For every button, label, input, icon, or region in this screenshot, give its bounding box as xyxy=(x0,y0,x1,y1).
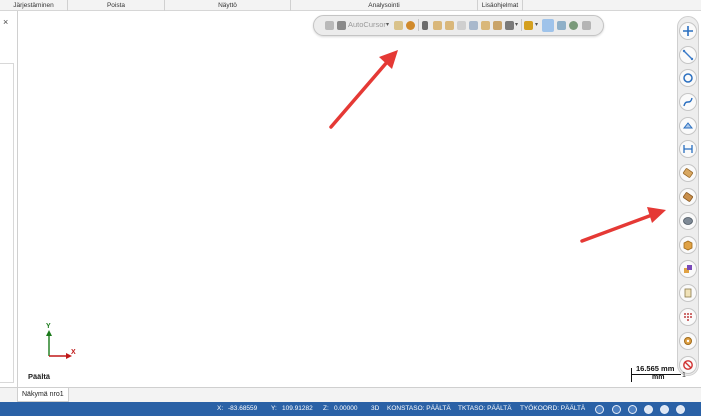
ribbon-tab-lisaohjelmat[interactable]: Lisäohjelmat xyxy=(478,0,523,11)
select-icon-2[interactable] xyxy=(445,21,454,30)
status-z-label: Z: xyxy=(323,405,329,412)
select-filter-icon[interactable] xyxy=(505,21,514,30)
scale-value: 16.565 mm xyxy=(636,364,675,373)
highlight-icon[interactable] xyxy=(542,19,554,32)
cube-icon[interactable] xyxy=(679,236,697,254)
gear-icon[interactable] xyxy=(406,21,415,30)
select-icon-3[interactable] xyxy=(457,21,466,30)
status-mode[interactable]: 3D xyxy=(371,405,379,413)
status-x-label: X: xyxy=(217,405,224,412)
window-dropdown-icon[interactable]: ▾ xyxy=(535,21,538,28)
axis-y-label: Y xyxy=(46,323,51,330)
ribbon-tab-poista[interactable]: Poista xyxy=(68,0,165,11)
point-icon[interactable] xyxy=(679,22,697,40)
status-y-label: Y: xyxy=(271,405,277,412)
status-tktaso[interactable]: TKTASO: PÄÄLTÄ xyxy=(458,405,512,413)
gear-icon[interactable] xyxy=(679,332,697,350)
tool-icon[interactable] xyxy=(582,21,591,30)
rotate-icon[interactable] xyxy=(557,21,566,30)
select-icon-5[interactable] xyxy=(481,21,490,30)
ribbon-tab-strip: Järjestäminen Poista Näyttö Analysointi … xyxy=(0,0,701,11)
graphics-viewport[interactable] xyxy=(18,11,681,387)
lock-icon[interactable] xyxy=(325,21,334,30)
refresh-icon[interactable] xyxy=(569,21,578,30)
view-name-label: Päältä xyxy=(28,372,51,381)
line-icon[interactable] xyxy=(679,46,697,64)
gear-icon[interactable] xyxy=(628,405,637,414)
status-x-value: -83.68559 xyxy=(228,405,258,412)
toolbar-separator xyxy=(418,19,419,31)
axis-x-label: X xyxy=(71,349,76,356)
circle-icon[interactable] xyxy=(679,69,697,87)
layers-icon[interactable] xyxy=(679,260,697,278)
scale-bar-tick xyxy=(631,368,632,382)
spline-icon[interactable] xyxy=(679,93,697,111)
autocursor-icon[interactable] xyxy=(337,21,346,30)
autocursor-label[interactable]: AutoCursor xyxy=(348,20,386,30)
select-icon[interactable] xyxy=(433,21,442,30)
mesh-icon[interactable] xyxy=(679,212,697,230)
ribbon-tab-analysointi[interactable]: Analysointi xyxy=(291,0,478,11)
view-tab-nakyma-1[interactable]: Näkymä nro1 xyxy=(17,388,69,402)
sphere-icon-2[interactable] xyxy=(660,405,669,414)
select-icon-4[interactable] xyxy=(469,21,478,30)
shape-icon[interactable] xyxy=(679,117,697,135)
transfer-icon-2[interactable] xyxy=(679,188,697,206)
cursor-icon[interactable] xyxy=(422,21,428,30)
window-select-icon[interactable] xyxy=(524,21,533,30)
view-tab-strip: Näkymä nro1 xyxy=(0,387,701,402)
toolbar-separator xyxy=(521,19,522,31)
status-z-value: 0.00000 xyxy=(334,405,358,412)
left-side-panel: × xyxy=(0,11,18,387)
left-panel-content xyxy=(0,63,14,383)
status-bar: X: -83.68559 Y: 109.91282 Z: 0.00000 3D … xyxy=(0,402,701,416)
ribbon-tab-naytto[interactable]: Näyttö xyxy=(165,0,291,11)
snap-icon[interactable] xyxy=(394,21,403,30)
sphere-icon-3[interactable] xyxy=(676,405,685,414)
transfer-icon[interactable] xyxy=(679,164,697,182)
status-tyokoord[interactable]: TYÖKOORD: PÄÄLTÄ xyxy=(520,405,585,413)
dimension-icon[interactable] xyxy=(679,140,697,158)
clipboard-icon[interactable] xyxy=(679,284,697,302)
filter-dropdown-icon[interactable]: ▾ xyxy=(515,21,518,28)
globe-icon[interactable] xyxy=(595,405,604,414)
status-konstaso[interactable]: KONSTASO: PÄÄLTÄ xyxy=(387,405,451,413)
sphere-icon[interactable] xyxy=(644,405,653,414)
select-icon-6[interactable] xyxy=(493,21,502,30)
status-y-value: 109.91282 xyxy=(282,405,313,412)
scale-unit: mm xyxy=(652,374,665,381)
globe-icon-2[interactable] xyxy=(612,405,621,414)
ribbon-tab-jarjestaminen[interactable]: Järjestäminen xyxy=(0,0,68,11)
autocursor-dropdown-icon[interactable]: ▾ xyxy=(386,21,389,28)
grid-icon[interactable] xyxy=(679,308,697,326)
scale-bracket: 1 xyxy=(682,372,686,379)
app-window: Järjestäminen Poista Näyttö Analysointi … xyxy=(0,0,701,416)
close-icon[interactable]: × xyxy=(3,17,8,27)
